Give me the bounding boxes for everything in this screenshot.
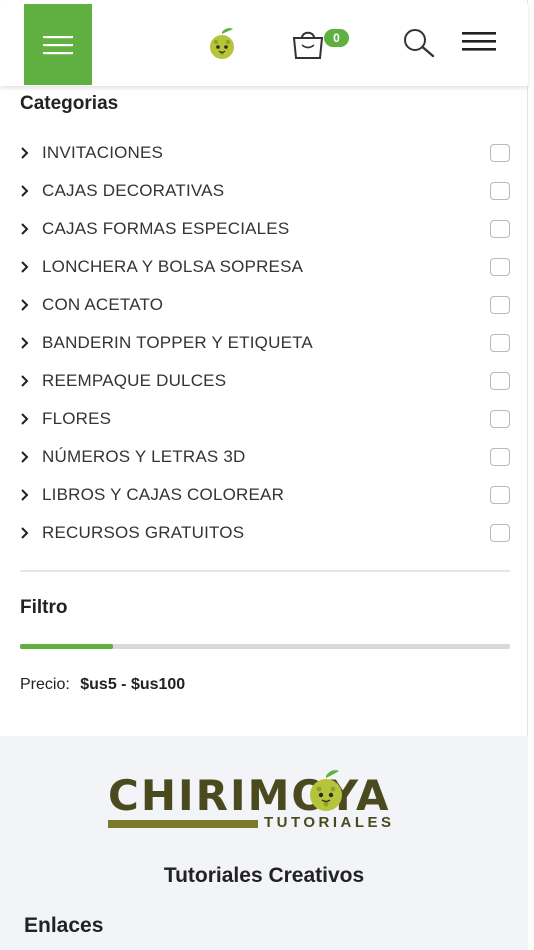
chevron-right-icon [20, 260, 34, 274]
chevron-right-icon [20, 374, 34, 388]
category-item-banderin[interactable]: BANDERIN TOPPER Y ETIQUETA [20, 324, 512, 362]
category-item-flores[interactable]: FLORES [20, 400, 512, 438]
category-item-reempaque-dulces[interactable]: REEMPAQUE DULCES [20, 362, 512, 400]
brand-subtitle: TUTORIALES [264, 814, 395, 831]
search-icon[interactable] [402, 28, 436, 58]
category-label: CAJAS FORMAS ESPECIALES [42, 219, 290, 238]
category-checkbox[interactable] [490, 524, 510, 542]
category-checkbox[interactable] [490, 144, 510, 162]
category-item-numeros-letras[interactable]: NÚMEROS Y LETRAS 3D [20, 438, 512, 476]
categories-title: Categorias [20, 93, 119, 114]
chevron-right-icon [20, 450, 34, 464]
category-label: RECURSOS GRATUITOS [42, 523, 245, 542]
price-label: Precio: [20, 676, 70, 693]
category-label: LONCHERA Y BOLSA SOPRESA [42, 257, 304, 276]
category-checkbox[interactable] [490, 448, 510, 466]
price-slider[interactable] [20, 644, 510, 649]
chevron-right-icon [20, 146, 34, 160]
side-menu-toggle-button[interactable] [24, 4, 92, 85]
category-label: BANDERIN TOPPER Y ETIQUETA [42, 333, 313, 352]
category-label: CAJAS DECORATIVAS [42, 181, 225, 200]
chevron-right-icon [20, 184, 34, 198]
category-label: REEMPAQUE DULCES [42, 371, 227, 390]
chirimoya-fruit-icon [310, 770, 342, 811]
footer-tagline: Tutoriales Creativos [163, 864, 365, 887]
category-item-invitaciones[interactable]: INVITACIONES [20, 134, 512, 172]
category-item-lonchera[interactable]: LONCHERA Y BOLSA SOPRESA [20, 248, 512, 286]
footer-links-title: Enlaces [24, 914, 104, 937]
price-slider-fill [20, 644, 114, 649]
category-checkbox[interactable] [490, 410, 510, 428]
category-label: NÚMEROS Y LETRAS 3D [42, 447, 246, 466]
cart-count-badge: 0 [324, 29, 349, 47]
chirimoya-logo-icon[interactable] [202, 26, 242, 62]
chevron-right-icon [20, 412, 34, 426]
category-label: INVITACIONES [42, 143, 164, 162]
category-checkbox[interactable] [490, 182, 510, 200]
chevron-right-icon [20, 488, 34, 502]
page-frame: 0 Categorias INVITACIONES CAJAS DECORATI… [0, 0, 528, 950]
section-divider [20, 570, 510, 572]
chevron-right-icon [20, 222, 34, 236]
category-checkbox[interactable] [490, 334, 510, 352]
category-checkbox[interactable] [490, 372, 510, 390]
category-checkbox[interactable] [490, 258, 510, 276]
category-item-con-acetato[interactable]: CON ACETATO [20, 286, 512, 324]
category-item-recursos-gratuitos[interactable]: RECURSOS GRATUITOS [20, 514, 512, 552]
chevron-right-icon [20, 526, 34, 540]
brand-wordmark: CHIRIMOYA [108, 771, 391, 820]
category-item-libros-colorear[interactable]: LIBROS Y CAJAS COLOREAR [20, 476, 512, 514]
hamburger-menu-icon[interactable] [462, 30, 496, 54]
filter-title: Filtro [20, 597, 68, 618]
menu-icon [43, 35, 73, 54]
price-row: Precio: $us5 - $us100 [20, 676, 185, 694]
category-item-cajas-formas-especiales[interactable]: CAJAS FORMAS ESPECIALES [20, 210, 512, 248]
category-checkbox[interactable] [490, 220, 510, 238]
chirimoya-brand-logo[interactable]: CHIRIMOYA TUTORIALES [108, 768, 428, 832]
chevron-right-icon [20, 336, 34, 350]
category-list: INVITACIONES CAJAS DECORATIVAS CAJAS FOR… [20, 134, 512, 552]
category-label: LIBROS Y CAJAS COLOREAR [42, 485, 285, 504]
category-label: CON ACETATO [42, 295, 164, 314]
category-label: FLORES [42, 409, 112, 428]
shopping-bag-icon[interactable] [290, 28, 326, 60]
category-checkbox[interactable] [490, 486, 510, 504]
chevron-right-icon [20, 298, 34, 312]
category-checkbox[interactable] [490, 296, 510, 314]
brand-underline [108, 820, 258, 828]
category-item-cajas-decorativas[interactable]: CAJAS DECORATIVAS [20, 172, 512, 210]
site-header: 0 [0, 0, 528, 86]
price-range-value: $us5 - $us100 [80, 676, 186, 693]
